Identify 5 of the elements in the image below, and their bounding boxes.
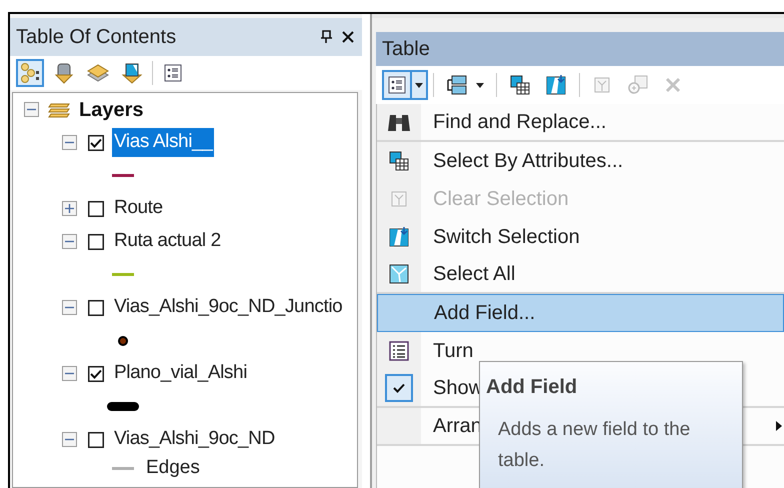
legend-label: Edges — [146, 457, 200, 479]
window-title: Table — [382, 37, 430, 62]
tooltip-title: Add Field — [486, 375, 578, 400]
tooltip-text: Adds a new field to the table. — [498, 418, 692, 473]
panel-title: Table Of Contents — [16, 25, 178, 50]
